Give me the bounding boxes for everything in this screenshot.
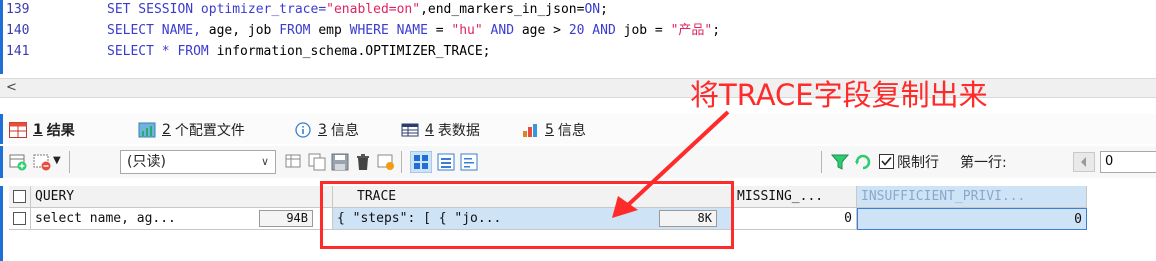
line-number: 140 [6, 23, 30, 38]
code-token: information_schema.OPTIMIZER_TRACE; [216, 44, 491, 59]
code-token: ON [584, 2, 601, 17]
add-row-icon[interactable] [9, 153, 27, 171]
table-data-icon [401, 122, 419, 138]
code-token: AND [482, 23, 522, 38]
code-token: = [435, 23, 452, 38]
cell-insufficient-privileges[interactable]: 0 [857, 208, 1087, 230]
grid-view-icon[interactable] [409, 150, 433, 174]
code-text: SELECT * FROM information_schema.OPTIMIZ… [107, 42, 491, 62]
delete-icon[interactable] [354, 153, 372, 171]
sql-editor[interactable]: 139 SET SESSION optimizer_trace="enabled=… [0, 0, 1156, 74]
row-select-cell[interactable] [9, 208, 31, 230]
tab-table-data[interactable]: 4 表数据 [401, 120, 480, 140]
annotation-text: 将TRACE字段复制出来 [690, 78, 988, 112]
edit-grid-icon[interactable] [285, 153, 303, 171]
tab-profile[interactable]: 2 个配置文件 [138, 120, 245, 140]
select-all-checkbox[interactable] [13, 190, 26, 203]
tab-number: 3 [318, 122, 327, 138]
cell-missing[interactable]: 0 [733, 208, 857, 230]
code-token: FROM [279, 23, 319, 38]
readonly-select-value: (只读) [127, 154, 166, 170]
code-token: SET SESSION optimizer_trace= [107, 2, 327, 17]
row-checkbox[interactable] [13, 212, 26, 225]
tab-number: 4 [425, 122, 434, 138]
limit-rows-checkbox[interactable] [879, 154, 894, 169]
tab-label: 结果 [46, 123, 75, 139]
select-all-cell[interactable] [9, 186, 31, 208]
query-size-badge[interactable]: 94B [259, 210, 313, 227]
code-text: SELECT NAME, age, job FROM emp WHERE NAM… [107, 21, 720, 41]
code-token: SELECT * FROM [107, 44, 217, 59]
code-token: age, job [208, 23, 280, 38]
divider [69, 151, 70, 173]
code-token: job = [623, 23, 671, 38]
info-chart-icon [521, 122, 539, 138]
code-token: ; [712, 23, 721, 38]
highlight-box [320, 181, 734, 249]
code-token: "产品" [670, 23, 713, 38]
insert-row-icon[interactable] [33, 153, 51, 171]
readonly-select[interactable]: (只读) ∨ [120, 150, 276, 174]
insert-dropdown-icon[interactable]: ▼ [53, 155, 61, 166]
column-header-missing[interactable]: MISSING_... [733, 186, 857, 208]
first-row-label: 第一行: [960, 155, 1007, 171]
save-icon[interactable] [331, 153, 349, 171]
info-icon [294, 122, 312, 138]
cell-query-value: select name, ag... [35, 211, 176, 226]
refresh-grid-icon[interactable] [377, 153, 395, 171]
profile-icon [138, 122, 156, 138]
divider [821, 151, 822, 173]
tab-number: 5 [545, 122, 554, 138]
filter-icon[interactable] [830, 153, 850, 171]
chevron-down-icon: ∨ [260, 155, 269, 168]
code-token: AND [584, 23, 624, 38]
scroll-left-arrow[interactable]: < [6, 80, 17, 95]
column-header-insufficient-privileges[interactable]: INSUFFICIENT_PRIVI... [857, 186, 1087, 208]
copy-rows-icon[interactable] [308, 153, 326, 171]
result-toolbar: ▼ (只读) ∨ 限制行 第一行: 0 [0, 146, 1156, 178]
code-token: WHERE NAME [349, 23, 436, 38]
tab-label: 信息 [330, 123, 359, 139]
line-number: 141 [6, 44, 30, 59]
result-grid-icon [9, 122, 27, 138]
tab-number: 2 [162, 122, 171, 138]
divider [401, 151, 402, 173]
tab-label: 个配置文件 [174, 123, 245, 139]
first-row-input[interactable]: 0 [1100, 151, 1156, 173]
line-number: 139 [6, 2, 30, 17]
tab-info[interactable]: 3 信息 [294, 120, 359, 140]
text-view-icon[interactable] [460, 153, 478, 171]
code-token: SELECT NAME, [107, 23, 209, 38]
code-token: emp [318, 23, 350, 38]
tab-label: 表数据 [437, 123, 480, 139]
previous-page-icon[interactable] [1073, 152, 1095, 172]
code-token: 20 [568, 23, 585, 38]
code-token: ; [600, 2, 608, 17]
tab-result[interactable]: 1 结果 [9, 120, 75, 140]
form-view-icon[interactable] [437, 153, 455, 171]
result-tabs: 1 结果 2 个配置文件 3 信息 4 表数据 5 信息 [0, 114, 1156, 144]
code-token: age > [521, 23, 569, 38]
cell-query[interactable]: select name, ag... 94B [31, 208, 333, 230]
code-text: SET SESSION optimizer_trace="enabled=on"… [107, 0, 608, 20]
column-header-query[interactable]: QUERY [31, 186, 333, 208]
refresh-icon[interactable] [854, 153, 872, 171]
code-token: "hu" [451, 23, 483, 38]
code-token: "enabled=on" [326, 2, 421, 17]
code-token: ,end_markers_in_json= [420, 2, 585, 17]
tab-label: 信息 [557, 123, 586, 139]
tab-info-2[interactable]: 5 信息 [521, 120, 586, 140]
tab-number: 1 [33, 122, 43, 138]
limit-rows-label: 限制行 [897, 155, 939, 171]
